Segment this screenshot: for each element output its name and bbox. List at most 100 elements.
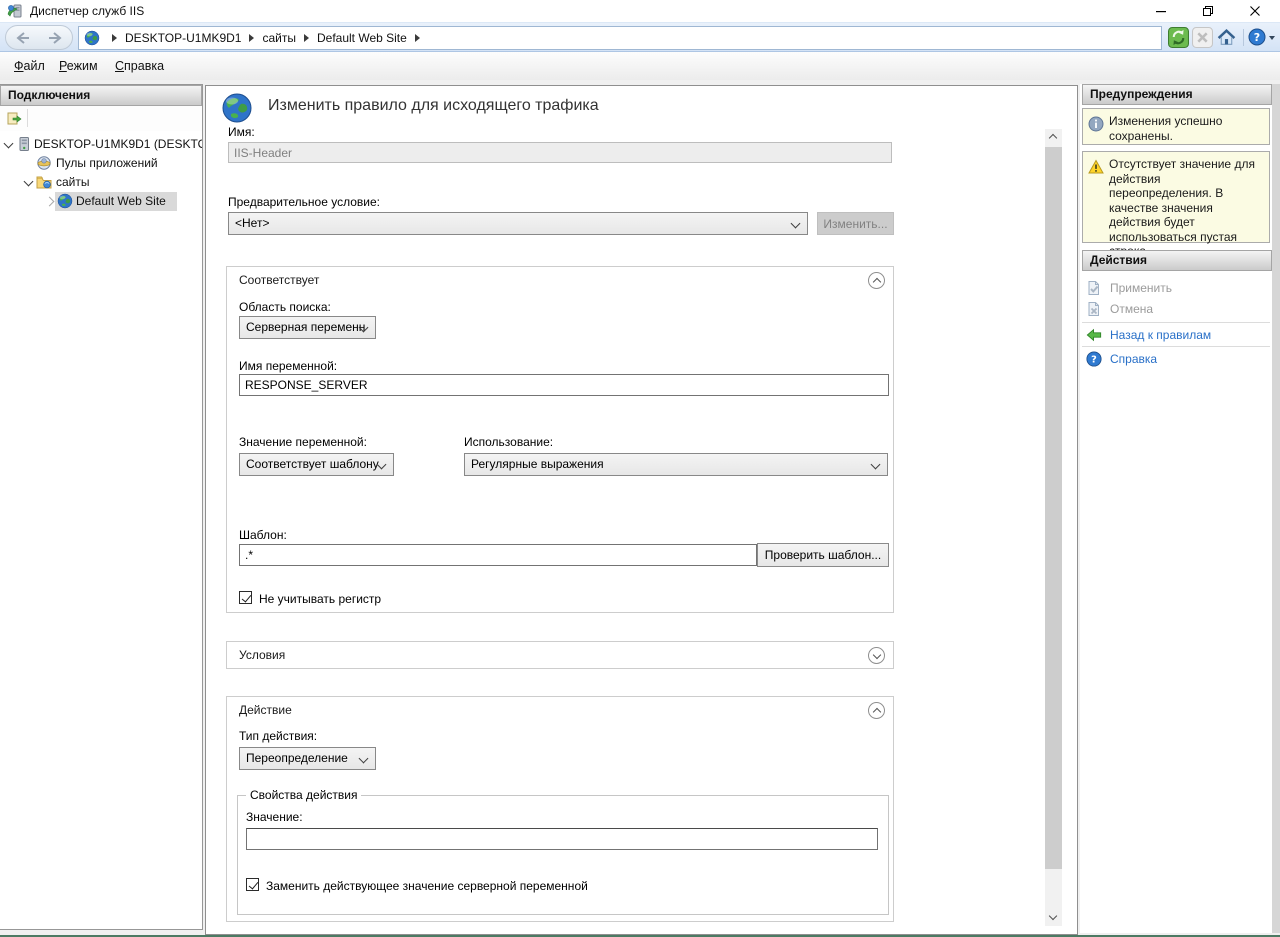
pattern-input[interactable] <box>239 544 757 566</box>
connections-toolbar <box>0 106 202 131</box>
breadcrumb-item-server[interactable]: DESKTOP-U1MK9D1 <box>125 31 241 45</box>
variable-value-value: Соответствует шаблону <box>246 457 379 471</box>
test-pattern-button[interactable]: Проверить шаблон... <box>757 543 889 567</box>
breadcrumb-separator-icon[interactable] <box>304 34 309 42</box>
ignore-case-checkbox[interactable] <box>239 591 252 604</box>
scroll-down-button[interactable] <box>1045 909 1062 926</box>
using-select[interactable]: Регулярные выражения <box>464 453 888 476</box>
using-label: Использование: <box>464 435 553 449</box>
stop-button <box>1192 27 1213 48</box>
actions-divider <box>1082 346 1270 347</box>
ignore-case-label: Не учитывать регистр <box>259 592 381 606</box>
refresh-button[interactable] <box>1168 27 1189 48</box>
alerts-panel-title: Предупреждения <box>1082 84 1272 105</box>
precondition-value: <Нет> <box>235 216 269 230</box>
restore-button[interactable] <box>1193 0 1223 22</box>
info-icon <box>1088 116 1104 132</box>
action-type-select[interactable]: Переопределение <box>239 747 376 770</box>
close-button[interactable] <box>1240 0 1270 22</box>
breadcrumb[interactable]: DESKTOP-U1MK9D1 сайты Default Web Site <box>78 26 1162 50</box>
alert-warning: Отсутствует значение для действия переоп… <box>1082 151 1270 243</box>
scope-label: Область поиска: <box>239 300 331 314</box>
page-globe-icon <box>221 92 253 124</box>
forward-button[interactable] <box>44 31 68 45</box>
action-label: Отмена <box>1110 299 1153 319</box>
window-title: Диспетчер служб IIS <box>30 4 144 18</box>
action-back-to-rules[interactable]: Назад к правилам <box>1084 325 1270 345</box>
content-scrollbar[interactable] <box>1045 129 1062 926</box>
scroll-thumb[interactable] <box>1045 147 1062 869</box>
menu-item-view[interactable]: Режим <box>53 52 104 80</box>
close-icon <box>1248 4 1262 18</box>
tree-item-default-web-site[interactable]: Default Web Site <box>0 192 202 211</box>
scope-value: Серверная переменн <box>246 320 365 334</box>
scope-select[interactable]: Серверная переменн <box>239 316 376 339</box>
variable-value-select[interactable]: Соответствует шаблону <box>239 453 394 476</box>
breadcrumb-item-sites[interactable]: сайты <box>262 31 296 45</box>
minimize-button[interactable] <box>1146 0 1176 22</box>
workspace: Подключения DESKTOP-U1MK9D1 (DESKTO <box>0 80 1280 937</box>
collapse-section-icon[interactable] <box>868 272 885 289</box>
edit-button: Изменить... <box>817 212 894 235</box>
breadcrumb-separator-icon[interactable] <box>415 34 420 42</box>
chevron-collapsed-icon[interactable] <box>45 197 55 207</box>
chevron-expanded-icon[interactable] <box>4 139 14 149</box>
name-input <box>228 142 892 163</box>
conditions-section: Условия <box>226 641 894 669</box>
action-help[interactable]: ? Справка <box>1084 349 1270 369</box>
address-bar-row: DESKTOP-U1MK9D1 сайты Default Web Site ? <box>0 22 1280 52</box>
create-connection-icon[interactable] <box>6 110 22 126</box>
alert-warning-text: Отсутствует значение для действия переоп… <box>1109 157 1265 259</box>
tree-item-sites[interactable]: сайты <box>0 173 202 192</box>
help-dropdown-caret-icon[interactable] <box>1269 36 1275 40</box>
back-arrow-icon <box>1086 327 1102 343</box>
variable-name-input[interactable] <box>239 374 889 396</box>
toolbar-divider <box>1243 29 1244 46</box>
collapse-section-icon[interactable] <box>868 702 885 719</box>
variable-name-label: Имя переменной: <box>239 359 337 373</box>
actions-panel-title: Действия <box>1082 250 1272 271</box>
value-input[interactable] <box>246 828 878 850</box>
svg-text:?: ? <box>1091 355 1097 366</box>
title-bar: Диспетчер служб IIS <box>0 0 1280 22</box>
cancel-icon <box>1086 301 1102 317</box>
right-panel: Предупреждения Изменения успешно сохране… <box>1080 84 1280 933</box>
action-label: Применить <box>1110 278 1172 298</box>
replace-checkbox[interactable] <box>246 878 259 891</box>
precondition-label: Предварительное условие: <box>228 195 380 209</box>
breadcrumb-separator-icon <box>112 34 117 42</box>
chevron-expanded-icon[interactable] <box>24 177 34 187</box>
restore-icon <box>1201 4 1215 18</box>
page-title: Изменить правило для исходящего трафика <box>268 97 599 115</box>
home-button[interactable] <box>1216 27 1237 48</box>
breadcrumb-separator-icon[interactable] <box>249 34 254 42</box>
tree-item-app-pools[interactable]: Пулы приложений <box>0 154 202 173</box>
connections-tree: DESKTOP-U1MK9D1 (DESKTO Пулы приложений <box>0 133 202 929</box>
tree-item-label: Default Web Site <box>76 192 166 211</box>
action-type-label: Тип действия: <box>239 729 317 743</box>
alert-info: Изменения успешно сохранены. <box>1082 108 1270 145</box>
svg-text:?: ? <box>1254 31 1260 44</box>
feature-page: Изменить правило для исходящего трафика … <box>205 85 1078 935</box>
warning-icon <box>1088 159 1104 175</box>
replace-label: Заменить действующее значение серверной … <box>266 879 588 893</box>
action-apply: Применить <box>1084 278 1270 298</box>
toolbar-divider <box>27 109 28 127</box>
back-button[interactable] <box>10 31 34 45</box>
menu-item-file[interactable]: Файл <box>8 52 51 80</box>
precondition-select[interactable]: <Нет> <box>228 212 808 235</box>
help-button[interactable]: ? <box>1248 28 1266 46</box>
tree-item-label: Пулы приложений <box>56 154 158 173</box>
expand-section-icon[interactable] <box>868 647 885 664</box>
action-section-title: Действие <box>239 703 292 717</box>
actions-divider <box>1082 322 1270 323</box>
using-value: Регулярные выражения <box>471 457 604 471</box>
tree-item-label: сайты <box>56 173 90 192</box>
menu-item-help[interactable]: Справка <box>109 52 170 80</box>
breadcrumb-item-default-web-site[interactable]: Default Web Site <box>317 31 407 45</box>
tree-item-server[interactable]: DESKTOP-U1MK9D1 (DESKTO <box>0 135 202 154</box>
pattern-label: Шаблон: <box>239 528 287 542</box>
action-section: Действие Тип действия: Переопределение С… <box>226 696 894 922</box>
scroll-up-button[interactable] <box>1045 129 1062 146</box>
action-type-value: Переопределение <box>246 751 348 765</box>
